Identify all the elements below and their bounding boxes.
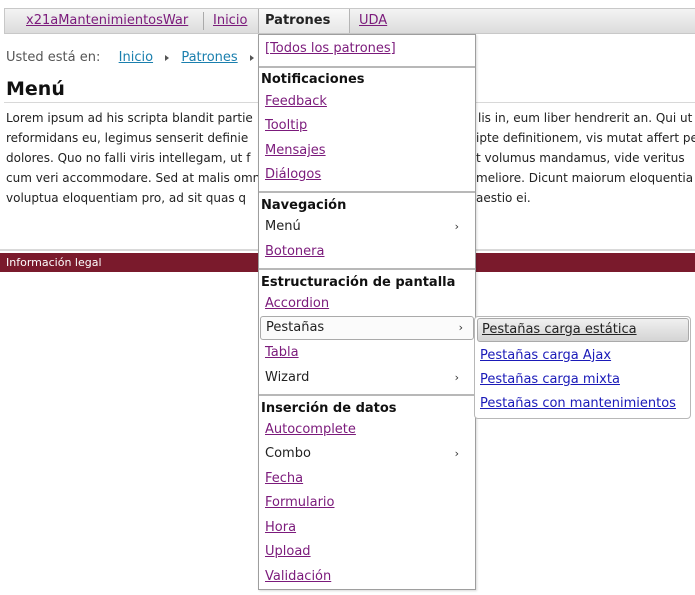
patrones-dropdown-menu: [Todos los patrones] Notificaciones Feed… — [258, 34, 476, 590]
submenu-item-carga-mixta[interactable]: Pestañas carga mixta — [480, 370, 620, 390]
triangle-right-icon — [165, 54, 170, 61]
menu-item-pestanas[interactable]: Pestañas › — [260, 316, 474, 340]
group-navegacion: Navegación — [261, 198, 347, 213]
breadcrumb-inicio[interactable]: Inicio — [119, 50, 153, 65]
app-home-link[interactable]: x21aMantenimientosWar — [26, 9, 188, 33]
patrones-menu-button[interactable]: Patrones — [258, 9, 350, 48]
submenu-item-carga-ajax[interactable]: Pestañas carga Ajax — [480, 346, 611, 366]
lorem-line: meliore. Dicunt maiorum eloquentia — [476, 171, 694, 185]
chevron-right-icon: › — [454, 447, 459, 460]
submenu-item-con-mantenimientos[interactable]: Pestañas con mantenimientos — [480, 394, 676, 414]
menu-item-formulario[interactable]: Formulario — [265, 493, 334, 513]
lorem-line: t volumus mandamus, vide veritus — [476, 151, 685, 165]
lorem-line: cum veri accommodare. Sed at malis omn — [6, 171, 261, 185]
menubar-divider — [203, 12, 204, 30]
menu-item-label: Combo — [265, 446, 311, 461]
menu-item-mensajes[interactable]: Mensajes — [265, 141, 326, 161]
menu-item-label: Menú — [265, 219, 301, 234]
page-title: Menú — [6, 78, 65, 100]
group-estructuracion: Estructuración de pantalla — [261, 275, 456, 290]
menu-item-combo[interactable]: Combo › — [265, 444, 469, 464]
menu-item-autocomplete[interactable]: Autocomplete — [265, 420, 356, 440]
lorem-line: ipte definitionem, vis mutat affert pe — [476, 131, 695, 145]
menu-item-feedback[interactable]: Feedback — [265, 92, 327, 112]
chevron-right-icon: › — [454, 371, 459, 384]
submenu-item-label: Pestañas carga estática — [482, 322, 637, 337]
top-menubar: x21aMantenimientosWar Inicio Patrones UD… — [4, 8, 695, 48]
menu-divider — [259, 191, 475, 193]
lorem-line: lis in, eum liber hendrerit an. Qui ut — [478, 111, 693, 125]
inicio-link[interactable]: Inicio — [213, 9, 247, 33]
lorem-line: aestio ei. — [476, 191, 531, 205]
menu-item-tooltip[interactable]: Tooltip — [265, 116, 307, 136]
triangle-right-icon — [249, 54, 254, 61]
chevron-right-icon: › — [454, 220, 459, 233]
menu-item-upload[interactable]: Upload — [265, 542, 311, 562]
menu-item-botonera[interactable]: Botonera — [265, 242, 324, 262]
menu-item-accordion[interactable]: Accordion — [265, 294, 329, 314]
menu-item-fecha[interactable]: Fecha — [265, 469, 303, 489]
group-insercion-datos: Inserción de datos — [261, 401, 397, 416]
menu-divider — [259, 66, 475, 68]
menu-divider — [259, 394, 475, 396]
menu-item-hora[interactable]: Hora — [265, 518, 296, 538]
menu-item-tabla[interactable]: Tabla — [265, 343, 299, 363]
menu-item-todos-patrones[interactable]: [Todos los patrones] — [265, 39, 396, 59]
breadcrumb: Usted está en: Inicio Patrones M — [6, 50, 277, 66]
legal-info-link[interactable]: Información legal — [0, 256, 102, 269]
menu-item-dialogos[interactable]: Diálogos — [265, 165, 321, 185]
lorem-line: dolores. Quo no falli viris intellegam, … — [6, 151, 251, 165]
menu-divider — [259, 268, 475, 270]
group-notificaciones: Notificaciones — [261, 72, 365, 87]
submenu-item-carga-estatica[interactable]: Pestañas carga estática — [477, 318, 689, 342]
menu-item-label: Wizard — [265, 370, 310, 385]
breadcrumb-patrones[interactable]: Patrones — [181, 50, 237, 65]
breadcrumb-prefix: Usted está en: — [6, 50, 101, 65]
chevron-right-icon: › — [458, 321, 463, 334]
menu-item-menu[interactable]: Menú › — [265, 217, 469, 237]
lorem-line: reformidans eu, legimus senserit definie — [6, 131, 249, 145]
patrones-label: Patrones — [265, 13, 331, 28]
menu-item-label: Pestañas — [266, 320, 325, 335]
menu-item-wizard[interactable]: Wizard › — [265, 368, 469, 388]
menu-item-validacion[interactable]: Validación — [265, 567, 331, 587]
uda-link[interactable]: UDA — [359, 9, 387, 33]
pestanas-submenu: Pestañas carga estática Pestañas carga A… — [474, 316, 691, 419]
lorem-line: Lorem ipsum ad his scripta blandit parti… — [6, 111, 253, 125]
lorem-line: voluptua eloquentiam pro, ad sit quas q — [6, 191, 247, 205]
